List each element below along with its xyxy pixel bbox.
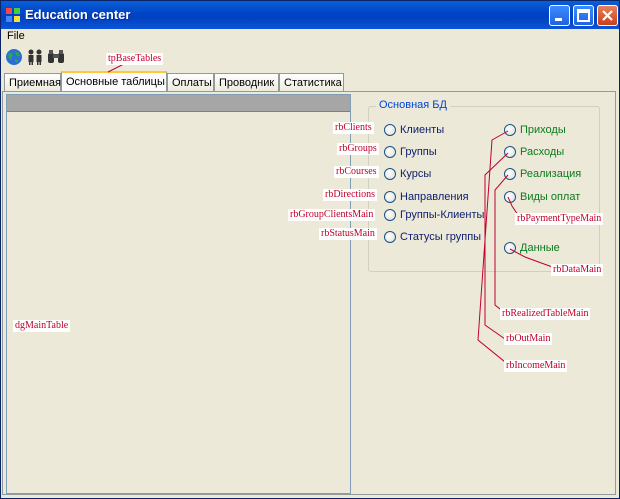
app-icon xyxy=(6,8,20,22)
window-title: Education center xyxy=(25,7,131,22)
radio-label: Направления xyxy=(400,191,469,203)
title-bar[interactable]: Education center xyxy=(1,1,619,29)
radio-label: Реализация xyxy=(520,168,582,180)
maximize-button[interactable] xyxy=(573,5,594,26)
radio-label: Группы-Клиенты xyxy=(400,209,485,221)
radio-circle[interactable] xyxy=(504,242,516,254)
annotation-rbgroups: rbGroups xyxy=(337,143,379,155)
radio-circle[interactable] xyxy=(384,191,396,203)
radio-circle[interactable] xyxy=(384,168,396,180)
radio-circle[interactable] xyxy=(504,191,516,203)
annotation-tpbasetables: tpBaseTables xyxy=(106,53,164,65)
tab-statistics[interactable]: Статистика xyxy=(279,73,344,92)
globe-icon[interactable] xyxy=(5,48,23,66)
tab-explorer[interactable]: Проводник xyxy=(214,73,279,92)
annotation-rbdirections: rbDirections xyxy=(323,189,377,201)
annotation-dgmaintable: dgMainTable xyxy=(13,320,71,332)
annotation-rboutmain: rbOutMain xyxy=(504,333,553,345)
radio-circle[interactable] xyxy=(384,146,396,158)
main-data-grid[interactable] xyxy=(6,94,351,494)
radio-label: Расходы xyxy=(520,146,565,158)
tab-label: Оплаты xyxy=(172,77,212,89)
annotation-rbgroupclientsmain: rbGroupClientsMain xyxy=(288,209,376,221)
tab-page-base-tables: Основная БД Клиенты Группы Курсы Направл… xyxy=(2,91,616,495)
tab-reception[interactable]: Приемная xyxy=(4,73,61,92)
tab-label: Приемная xyxy=(9,77,61,89)
maximize-icon xyxy=(577,9,590,22)
binoculars-icon[interactable] xyxy=(47,48,65,66)
tab-label: Основные таблицы xyxy=(66,76,165,88)
radio-circle[interactable] xyxy=(504,168,516,180)
annotation-rbrealizedtablemain: rbRealizedTableMain xyxy=(500,308,591,320)
menu-file[interactable]: File xyxy=(7,30,25,42)
tab-base-tables[interactable]: Основные таблицы xyxy=(61,71,167,92)
groupbox-title: Основная БД xyxy=(376,99,450,111)
close-icon xyxy=(602,10,613,21)
annotation-rbdatamain: rbDataMain xyxy=(551,264,604,276)
radio-label: Данные xyxy=(520,242,560,254)
radio-label: Клиенты xyxy=(400,124,445,136)
close-button[interactable] xyxy=(597,5,618,26)
radio-circle[interactable] xyxy=(384,124,396,136)
tab-label: Проводник xyxy=(219,77,275,89)
radio-circle[interactable] xyxy=(504,124,516,136)
radio-label: Статусы группы xyxy=(400,231,482,243)
radio-label: Приходы xyxy=(520,124,566,136)
annotation-rbincomemain: rbIncomeMain xyxy=(504,360,568,372)
radio-circle[interactable] xyxy=(384,209,396,221)
radio-label: Виды оплат xyxy=(520,191,581,203)
radio-label: Курсы xyxy=(400,168,432,180)
main-db-groupbox: Основная БД Клиенты Группы Курсы Направл… xyxy=(368,99,600,272)
grid-header xyxy=(7,95,350,112)
toolbar xyxy=(1,46,619,68)
radio-circle[interactable] xyxy=(504,146,516,158)
minimize-icon xyxy=(555,18,562,21)
people-icon[interactable] xyxy=(26,48,44,66)
tab-payments[interactable]: Оплаты xyxy=(167,73,214,92)
annotation-rbstatusmain: rbStatusMain xyxy=(319,228,377,240)
radio-label: Группы xyxy=(400,146,437,158)
annotation-rbclients: rbClients xyxy=(333,122,374,134)
annotation-rbcourses: rbCourses xyxy=(334,166,379,178)
tab-label: Статистика xyxy=(284,77,342,89)
menu-bar: File xyxy=(1,29,619,45)
minimize-button[interactable] xyxy=(549,5,570,26)
radio-circle[interactable] xyxy=(384,231,396,243)
annotation-rbpaymenttypemain: rbPaymentTypeMain xyxy=(515,213,604,225)
